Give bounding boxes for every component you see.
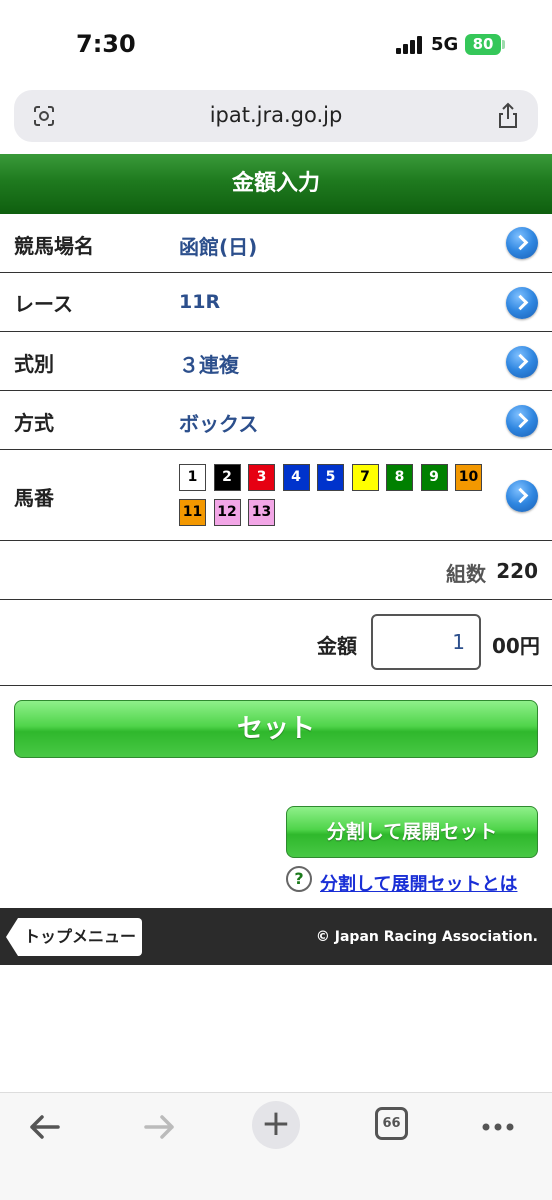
- horse-number-box: 7: [351, 464, 379, 491]
- back-arrow-icon[interactable]: [24, 1107, 64, 1147]
- race-value: 11R: [179, 291, 221, 313]
- network-label: 5G: [431, 34, 459, 55]
- chevron-right-icon[interactable]: [506, 287, 538, 319]
- horse-number-box: 3: [248, 464, 275, 491]
- split-set-button[interactable]: 分割して展開セット: [286, 806, 538, 858]
- horse-number-box: 5: [317, 464, 344, 491]
- venue-value: 函館(日): [179, 235, 258, 259]
- more-options-icon[interactable]: [478, 1107, 518, 1147]
- row-race[interactable]: レース 11R: [0, 273, 552, 332]
- row-venue[interactable]: 競馬場名 函館(日): [0, 214, 552, 273]
- horse-number-box: 13: [248, 499, 275, 526]
- row-amount: 金額 1 00円: [0, 600, 552, 686]
- url-text[interactable]: ipat.jra.go.jp: [14, 103, 538, 127]
- horse-number-box: 11: [179, 499, 206, 526]
- amount-unit: 00円: [492, 634, 540, 658]
- browser-toolbar: + 66: [0, 1092, 552, 1200]
- set-button[interactable]: セット: [14, 700, 538, 758]
- row-combinations: 組数 220: [0, 541, 552, 600]
- venue-label: 競馬場名: [14, 234, 94, 258]
- copyright-text: © Japan Racing Association.: [315, 929, 538, 945]
- amount-label: 金額: [317, 634, 357, 658]
- battery-tip: [502, 40, 505, 49]
- page-title: 金額入力: [0, 154, 552, 214]
- footer: トップメニュー © Japan Racing Association.: [0, 908, 552, 965]
- amount-input[interactable]: 1: [371, 614, 481, 670]
- horse-number-box: 9: [420, 464, 448, 491]
- horse-number-box: 12: [213, 499, 241, 526]
- status-time: 7:30: [76, 30, 136, 58]
- status-bar: 7:30 5G 80: [0, 0, 552, 88]
- help-icon[interactable]: ?: [286, 866, 312, 892]
- split-set-help-link[interactable]: 分割して展開セットとは: [320, 870, 517, 896]
- battery-icon: 80: [465, 34, 501, 55]
- chevron-right-icon[interactable]: [506, 405, 538, 437]
- chevron-right-icon[interactable]: [506, 227, 538, 259]
- row-method[interactable]: 方式 ボックス: [0, 391, 552, 450]
- bet-type-label: 式別: [14, 352, 54, 376]
- signal-icon: [396, 36, 424, 54]
- method-label: 方式: [14, 411, 54, 435]
- top-menu-button[interactable]: トップメニュー: [6, 918, 142, 956]
- tabs-count-icon[interactable]: 66: [375, 1107, 408, 1140]
- race-label: レース: [14, 292, 73, 316]
- combinations-label: 組数: [446, 562, 486, 586]
- url-bar[interactable]: ipat.jra.go.jp: [14, 90, 538, 142]
- method-value: ボックス: [179, 412, 259, 436]
- horse-number-box: 4: [282, 464, 310, 491]
- share-icon[interactable]: [496, 102, 520, 130]
- bet-type-value: ３連複: [179, 353, 239, 377]
- new-tab-plus-icon[interactable]: +: [252, 1101, 300, 1149]
- forward-arrow-icon[interactable]: [140, 1107, 180, 1147]
- row-horse-numbers[interactable]: 馬番 1 2 3 4 5 7 8 9 10 11 12 13: [0, 450, 552, 541]
- horse-numbers-label: 馬番: [14, 486, 54, 510]
- horse-number-box: 1: [179, 464, 206, 491]
- row-bet-type[interactable]: 式別 ３連複: [0, 332, 552, 391]
- horse-number-box: 2: [213, 464, 241, 491]
- horse-number-box: 8: [386, 464, 413, 491]
- horse-number-box: 10: [455, 464, 482, 491]
- combinations-value: 220: [496, 559, 538, 583]
- chevron-right-icon[interactable]: [506, 480, 538, 512]
- chevron-right-icon[interactable]: [506, 346, 538, 378]
